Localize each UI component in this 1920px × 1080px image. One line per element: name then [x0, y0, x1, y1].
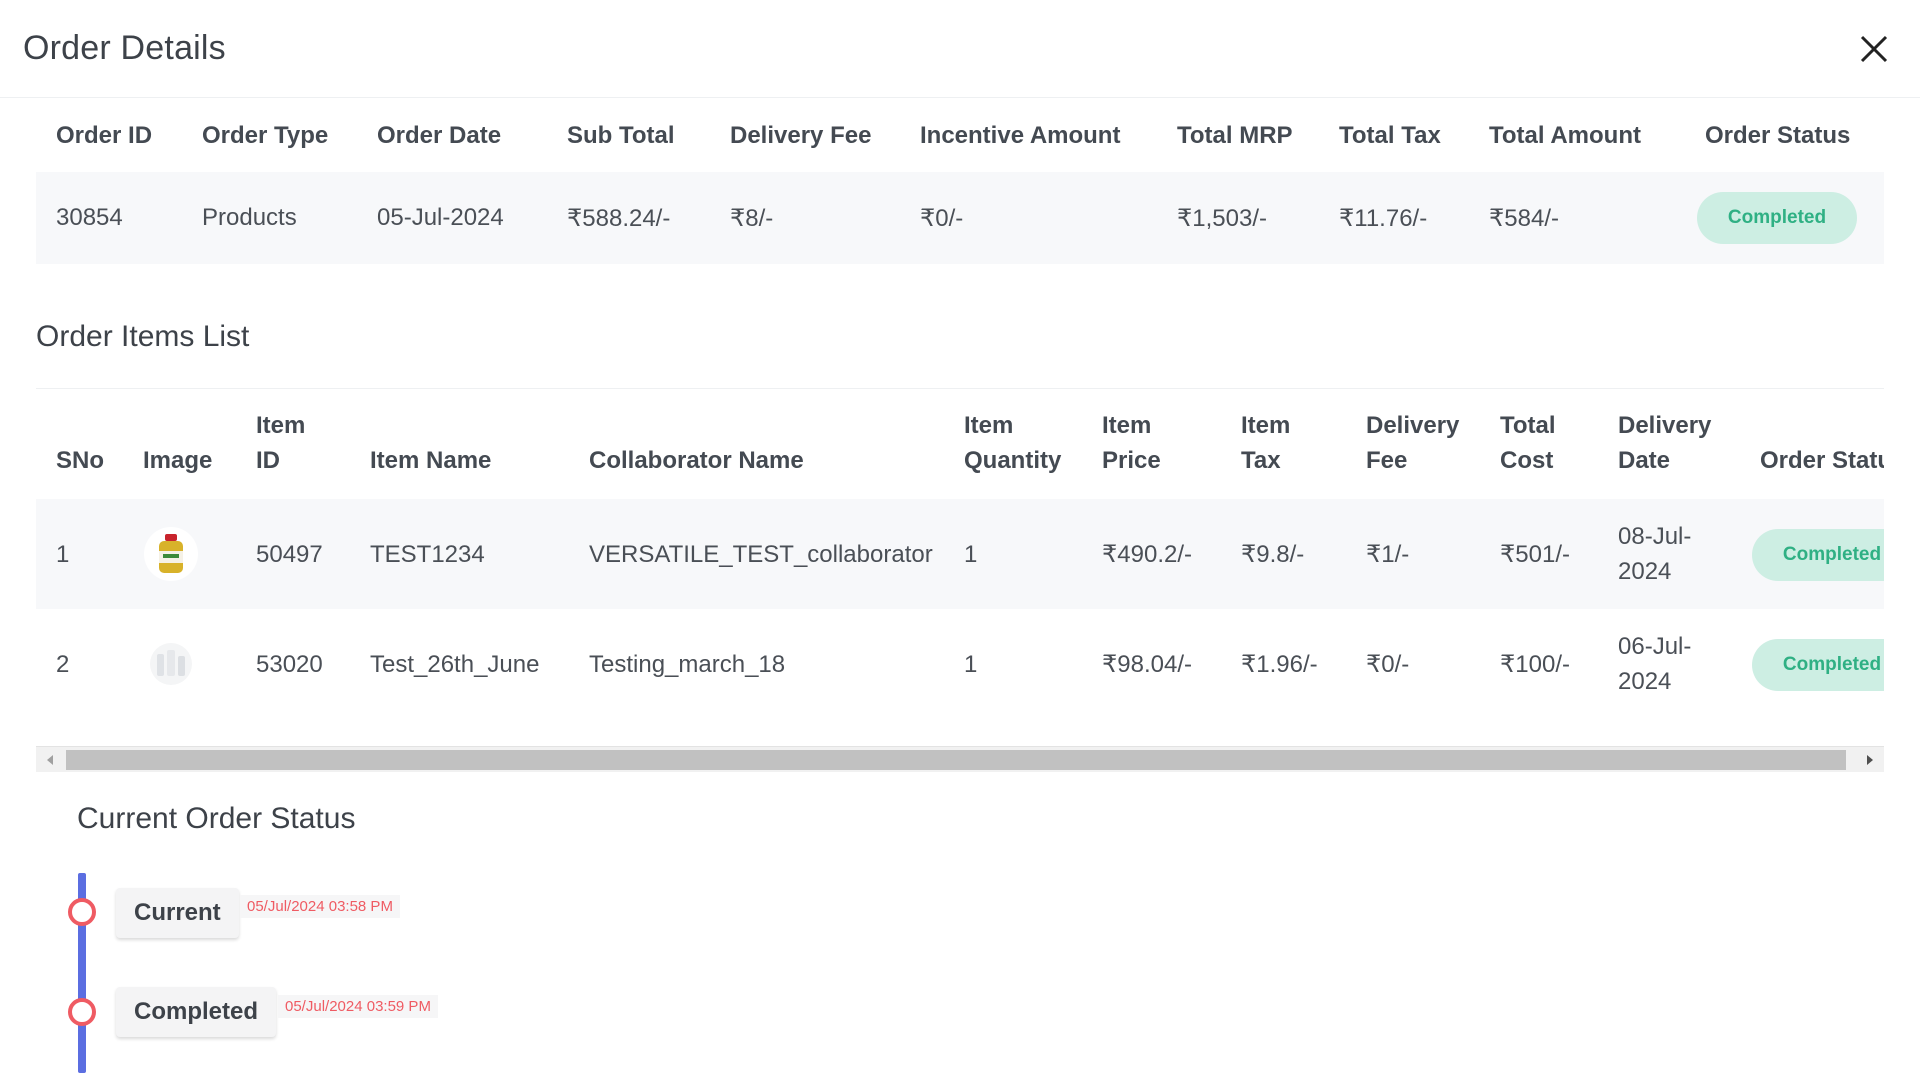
header-order-status: Order Status: [1760, 447, 1884, 474]
modal-title: Order Details: [23, 29, 226, 67]
items-header-row: SNo Image Item ID Item Name Collaborator…: [36, 389, 1884, 499]
header-item-name: Item Name: [370, 447, 492, 474]
row-tax: ₹1.96/-: [1241, 651, 1318, 678]
summary-header-row: Order ID Order Type Order Date Sub Total…: [36, 100, 1884, 172]
header-delivery-fee-line1: Delivery: [1366, 412, 1460, 439]
delivery-fee-value: ₹8/-: [730, 204, 774, 232]
product-thumbnail: [144, 637, 198, 691]
row-delivery-fee: ₹1/-: [1366, 541, 1410, 568]
row-sno: 2: [56, 651, 70, 678]
header-tax-line1: Item: [1241, 412, 1291, 439]
header-total-cost-line2: Cost: [1500, 447, 1554, 474]
header-total-amount: Total Amount: [1489, 122, 1641, 149]
modal-header: Order Details: [0, 0, 1920, 98]
row-item-name: TEST1234: [370, 541, 485, 568]
header-incentive-amount: Incentive Amount: [920, 122, 1121, 149]
header-item-id-line1: Item: [256, 412, 306, 439]
order-type-value: Products: [202, 204, 297, 231]
row-collaborator-name: Testing_march_18: [589, 651, 786, 678]
product-image-placeholder-icon: [150, 643, 192, 685]
order-id-value: 30854: [56, 204, 123, 231]
scroll-left-button[interactable]: [38, 747, 62, 773]
order-summary-table: Order ID Order Type Order Date Sub Total…: [36, 100, 1884, 264]
scrollbar-thumb[interactable]: [66, 750, 1846, 770]
row-delivery-date-line2: 2024: [1618, 558, 1672, 585]
header-sub-total: Sub Total: [567, 122, 675, 149]
timeline-event-label: Completed: [116, 987, 277, 1037]
header-tax-line2: Tax: [1241, 447, 1281, 474]
product-thumbnail: [144, 527, 198, 581]
header-delivery-fee-line2: Fee: [1366, 447, 1408, 474]
product-bottle-icon: [159, 534, 183, 573]
header-collaborator-name: Collaborator Name: [589, 447, 804, 474]
header-total-cost-line1: Total: [1500, 412, 1556, 439]
status-section-title: Current Order Status: [77, 802, 356, 835]
total-amount-value: ₹584/-: [1489, 204, 1559, 232]
row-item-id: 50497: [256, 541, 323, 568]
items-section-title: Order Items List: [36, 320, 250, 353]
header-sno: SNo: [56, 447, 104, 474]
header-total-mrp: Total MRP: [1177, 122, 1293, 149]
header-delivery-date-line2: Date: [1618, 447, 1671, 474]
order-date-value: 05-Jul-2024: [377, 204, 504, 231]
row-delivery-date-line1: 06-Jul-: [1618, 633, 1692, 660]
table-row: 2 53020 Test_26th_June Testing_march_18 …: [36, 609, 1884, 719]
row-delivery-fee: ₹0/-: [1366, 651, 1410, 678]
scroll-right-button[interactable]: [1858, 747, 1882, 773]
sub-total-value: ₹588.24/-: [567, 204, 671, 232]
close-icon: [1860, 35, 1888, 62]
header-quantity-line2: Quantity: [964, 447, 1062, 474]
close-button[interactable]: [1852, 27, 1896, 71]
header-order-date: Order Date: [377, 122, 502, 149]
total-tax-value: ₹11.76/-: [1339, 204, 1428, 232]
timeline-event-label: Current: [116, 888, 239, 938]
row-item-id: 53020: [256, 651, 323, 678]
header-order-id: Order ID: [56, 122, 153, 149]
summary-data-row: 30854 Products 05-Jul-2024 ₹588.24/- ₹8/…: [36, 172, 1884, 264]
incentive-amount-value: ₹0/-: [920, 204, 964, 232]
row-tax: ₹9.8/-: [1241, 541, 1305, 568]
row-quantity: 1: [964, 541, 978, 568]
order-items-table: SNo Image Item ID Item Name Collaborator…: [36, 388, 1884, 772]
row-quantity: 1: [964, 651, 978, 678]
header-delivery-fee: Delivery Fee: [730, 122, 872, 149]
row-status-badge: Completed: [1752, 529, 1884, 581]
header-price-line1: Item: [1102, 412, 1152, 439]
header-image: Image: [143, 447, 213, 474]
row-delivery-date-line2: 2024: [1618, 668, 1672, 695]
order-details-modal: Order Details Order ID Order Type Order …: [0, 0, 1920, 1080]
header-total-tax: Total Tax: [1339, 122, 1441, 149]
row-price: ₹98.04/-: [1102, 651, 1192, 678]
row-sno: 1: [56, 541, 70, 568]
header-order-type: Order Type: [202, 122, 329, 149]
row-status-badge: Completed: [1752, 639, 1884, 691]
row-collaborator-name: VERSATILE_TEST_collaborator: [589, 541, 933, 568]
items-horizontal-scrollbar[interactable]: [36, 746, 1884, 772]
header-order-status: Order Status: [1705, 122, 1851, 149]
row-total-cost: ₹501/-: [1500, 541, 1570, 568]
timeline-event-time: 05/Jul/2024 03:59 PM: [278, 995, 438, 1018]
table-row: 1 50497 TEST1234 VERSATILE_TEST_collabor…: [36, 499, 1884, 609]
timeline-dot: [68, 998, 96, 1026]
order-status-badge: Completed: [1697, 192, 1857, 244]
caret-right-icon: [1867, 755, 1873, 765]
timeline-event-time: 05/Jul/2024 03:58 PM: [240, 895, 400, 918]
total-mrp-value: ₹1,503/-: [1177, 204, 1267, 232]
row-price: ₹490.2/-: [1102, 541, 1192, 568]
row-total-cost: ₹100/-: [1500, 651, 1570, 678]
header-quantity-line1: Item: [964, 412, 1014, 439]
header-price-line2: Price: [1102, 447, 1161, 474]
row-delivery-date-line1: 08-Jul-: [1618, 523, 1692, 550]
header-item-id-line2: ID: [256, 447, 280, 474]
timeline-dot: [68, 898, 96, 926]
row-item-name: Test_26th_June: [370, 651, 540, 678]
caret-left-icon: [47, 755, 53, 765]
header-delivery-date-line1: Delivery: [1618, 412, 1712, 439]
